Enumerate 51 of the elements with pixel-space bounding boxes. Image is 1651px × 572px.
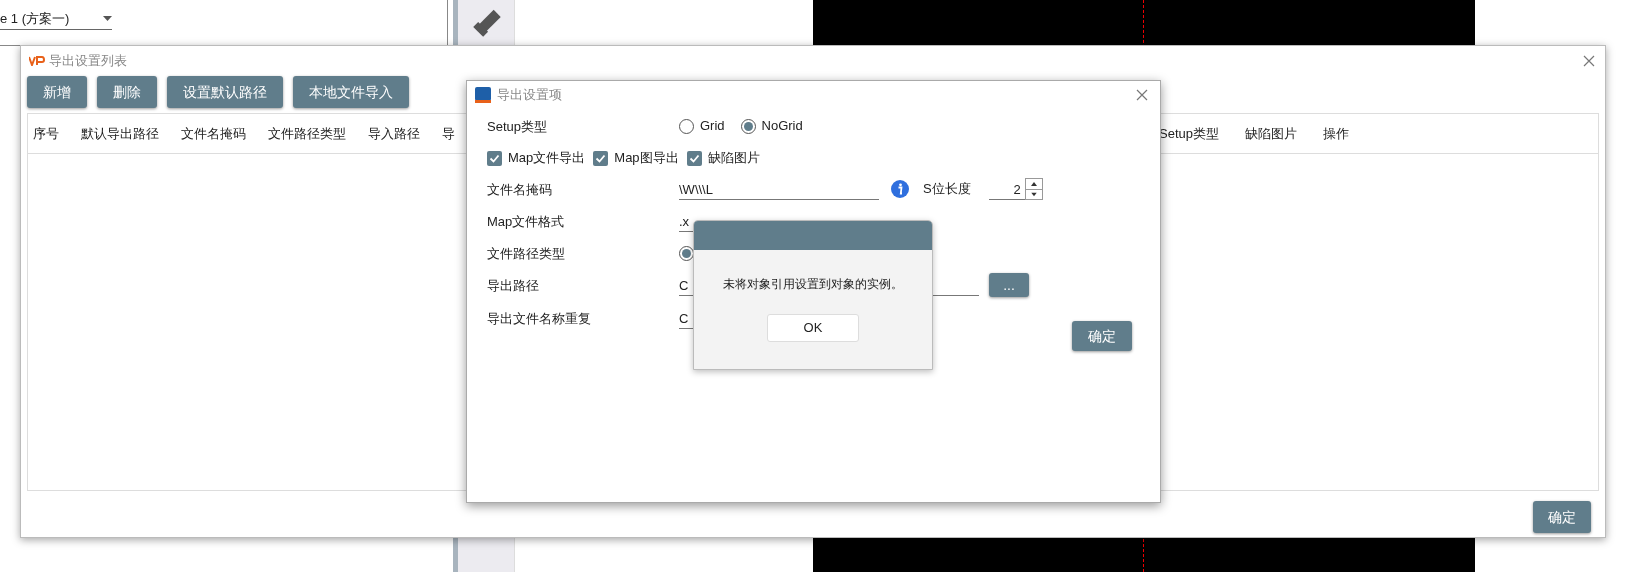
info-icon[interactable] (891, 180, 909, 198)
field-label: 导出文件名称重复 (487, 311, 591, 326)
field-label: 导出路径 (487, 278, 539, 293)
toolbar-button[interactable]: 删除 (97, 76, 157, 108)
checkbox[interactable] (686, 150, 702, 166)
checkmark-icon (595, 152, 607, 164)
checkbox[interactable] (487, 150, 502, 166)
select-value: e 1 (方案一) (0, 9, 70, 28)
column-header: 导入路径 (368, 124, 420, 143)
radio-button[interactable] (679, 118, 694, 134)
close-icon[interactable] (1136, 89, 1148, 101)
window-title: 导出设置列表 (49, 52, 127, 71)
checkbox-label: Map图导出 (614, 149, 679, 168)
radio-label: Grid (700, 117, 725, 136)
confirm-button[interactable]: 确定 (1533, 501, 1591, 533)
field-label: Map文件格式 (487, 214, 565, 229)
column-header: Setup类型 (1159, 124, 1219, 143)
column-header: 缺陷图片 (1245, 124, 1297, 143)
radio-label: NoGrid (761, 117, 803, 136)
logo-icon (29, 56, 45, 66)
browse-button[interactable]: ... (989, 273, 1029, 297)
vis-logo-icon (475, 87, 491, 103)
field-label: 文件路径类型 (487, 246, 565, 261)
field-label: Setup类型 (487, 119, 547, 134)
column-header: 默认导出路径 (81, 124, 159, 143)
checkbox-label: Map文件导出 (508, 149, 586, 168)
checkbox[interactable] (593, 150, 609, 166)
checkmark-icon (688, 152, 700, 164)
column-header: 序号 (33, 124, 59, 143)
length-spinner-field[interactable]: 2 (988, 178, 1025, 200)
checkbox-label: 缺陷图片 (707, 149, 760, 168)
checkmark-icon (489, 152, 500, 164)
field-label: 文件名掩码 (487, 182, 552, 197)
scheme-select[interactable]: e 1 (方案一) (0, 8, 112, 29)
dropdown-caret-icon (103, 16, 112, 21)
column-header: 导 (442, 124, 455, 143)
field-label: S位长度 (923, 180, 971, 199)
error-message: 未将对象引用设置到对象的实例。 (723, 276, 903, 293)
column-header: 文件名掩码 (181, 124, 246, 143)
dialog-title: 导出设置项 (497, 86, 562, 105)
toolbar-button[interactable]: 新增 (27, 76, 87, 108)
column-header: 操作 (1323, 124, 1349, 143)
confirm-button[interactable]: 确定 (1072, 321, 1132, 351)
radio-button[interactable] (740, 118, 756, 134)
toolbar-button[interactable]: 本地文件导入 (293, 76, 409, 108)
toolbar-button[interactable]: 设置默认路径 (167, 76, 283, 108)
ok-button[interactable]: OK (767, 314, 859, 342)
close-icon[interactable] (1583, 55, 1595, 67)
spinner-arrows-icon[interactable] (1024, 178, 1043, 200)
column-header: 文件路径类型 (268, 124, 346, 143)
mask-field[interactable]: \W\\\L (679, 178, 879, 200)
